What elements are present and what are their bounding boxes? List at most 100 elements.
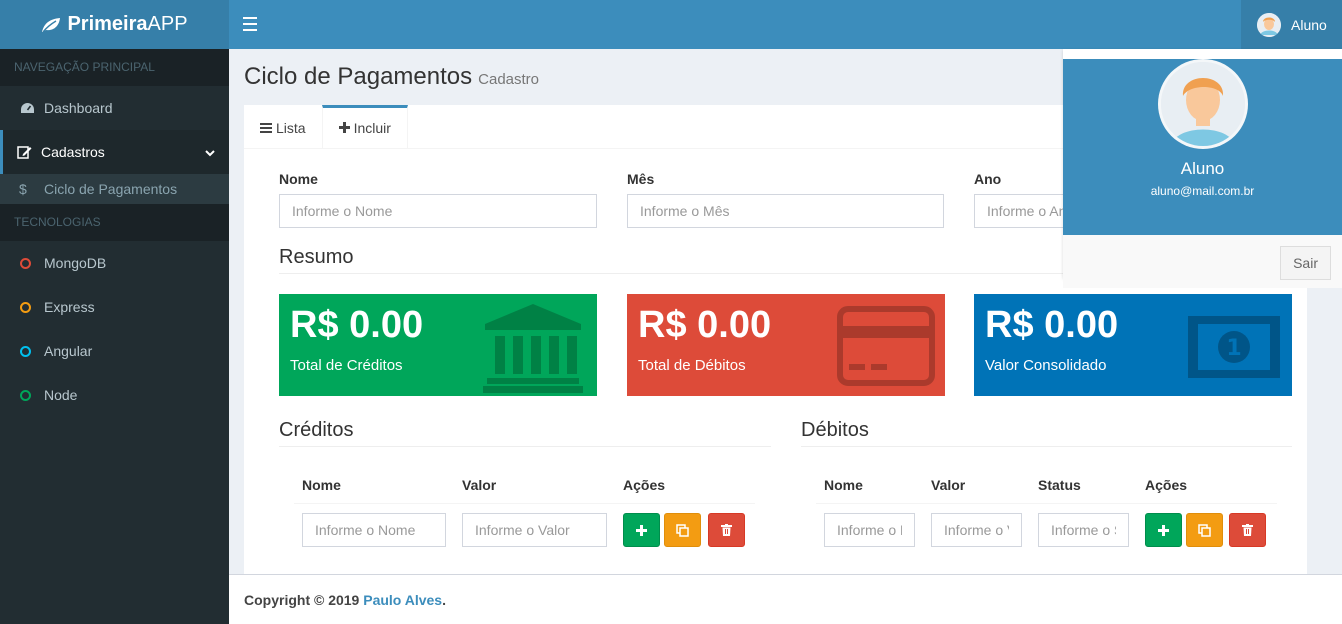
debito-delete-button[interactable] [1229, 513, 1266, 547]
debitos-col-acoes: Ações [1145, 477, 1188, 493]
debitos-col-nome: Nome [824, 477, 863, 493]
mes-label: Mês [627, 171, 655, 187]
creditos-summary-box: R$ 0.00 Total de Créditos [279, 294, 597, 396]
creditos-total-amount: R$ 0.00 [290, 304, 424, 346]
user-name: Aluno [1291, 16, 1327, 33]
sidebar-item-label: Dashboard [44, 100, 113, 116]
sidebar-item-label: Ciclo de Pagamentos [44, 181, 178, 197]
sidebar-section-main: NAVEGAÇÃO PRINCIPAL [0, 49, 229, 86]
tab-label: Lista [276, 120, 306, 136]
debito-nome-input[interactable] [824, 513, 915, 547]
sidebar-item-label: Cadastros [41, 144, 105, 160]
app-logo[interactable]: Primeira APP [0, 0, 229, 49]
user-dropdown-email: aluno@mail.com.br [1150, 184, 1255, 198]
bars-icon [260, 120, 272, 136]
user-dropdown-name: Aluno [1180, 159, 1225, 178]
logo-text-bold: Primeira [67, 13, 148, 35]
sidebar: NAVEGAÇÃO PRINCIPAL Dashboard Cadastros … [0, 49, 229, 624]
credito-clone-button[interactable] [664, 513, 701, 547]
svg-text:1: 1 [1226, 336, 1241, 361]
footer: Copyright © 2019 Paulo Alves. [229, 574, 1342, 624]
footer-author-link[interactable]: Paulo Alves [363, 592, 442, 608]
table-divider [294, 503, 755, 504]
consolidado-amount: R$ 0.00 [985, 304, 1119, 346]
sidebar-item-angular[interactable]: Angular [0, 329, 229, 373]
sidebar-item-label: Node [44, 387, 78, 403]
dollar-icon: $ [19, 181, 27, 197]
tab-incluir[interactable]: Incluir [321, 105, 408, 148]
logo-text: APP [147, 13, 188, 35]
consolidado-label: Valor Consolidado [985, 357, 1107, 374]
credito-nome-input[interactable] [302, 513, 446, 547]
sidebar-item-label: Express [44, 299, 95, 315]
footer-copyright: Copyright © 2019 [244, 592, 364, 608]
debito-valor-input[interactable] [931, 513, 1022, 547]
sidebar-item-label: Angular [44, 343, 93, 359]
footer-suffix: . [442, 592, 446, 608]
clone-icon [676, 523, 689, 537]
debitos-col-status: Status [1038, 477, 1081, 493]
debitos-col-valor: Valor [931, 477, 966, 493]
consolidado-summary-box: R$ 0.00 Valor Consolidado 1 [974, 294, 1292, 396]
circle-icon [20, 389, 31, 401]
debitos-total-label: Total de Débitos [638, 357, 746, 374]
user-dropdown: Aluno aluno@mail.com.br Sair [1063, 49, 1342, 288]
sidebar-item-mongodb[interactable]: MongoDB [0, 241, 229, 285]
debitos-title: Débitos [801, 419, 1292, 447]
sidebar-item-dashboard[interactable]: Dashboard [0, 86, 229, 130]
plus-icon [338, 120, 350, 136]
dashboard-icon [20, 102, 44, 114]
trash-icon [721, 524, 732, 536]
user-avatar [1257, 12, 1281, 37]
sidebar-item-express[interactable]: Express [0, 285, 229, 329]
credito-valor-input[interactable] [462, 513, 607, 547]
credito-add-button[interactable] [623, 513, 660, 547]
mes-input[interactable] [627, 194, 944, 228]
user-menu-button[interactable]: Aluno [1241, 0, 1342, 49]
circle-icon [20, 257, 31, 269]
debitos-total-amount: R$ 0.00 [638, 304, 772, 346]
money-icon: 1 [1188, 316, 1280, 378]
sidebar-item-node[interactable]: Node [0, 373, 229, 417]
sidebar-item-ciclo[interactable]: $ Ciclo de Pagamentos [0, 174, 229, 204]
user-dropdown-avatar [1157, 59, 1248, 149]
creditos-title: Créditos [279, 419, 771, 447]
circle-icon [20, 345, 31, 357]
leaf-icon [41, 17, 61, 33]
creditos-total-label: Total de Créditos [290, 357, 403, 374]
page-title: Ciclo de Pagamentos Cadastro [244, 63, 539, 91]
plus-icon [1158, 524, 1169, 536]
sidebar-item-cadastros[interactable]: Cadastros [0, 130, 229, 174]
creditos-col-acoes: Ações [623, 477, 666, 493]
plus-icon [636, 524, 647, 536]
trash-icon [1242, 524, 1253, 536]
chevron-down-icon [205, 144, 215, 160]
table-divider [816, 503, 1277, 504]
credit-card-icon [837, 306, 935, 386]
edit-icon [17, 145, 41, 159]
debito-add-button[interactable] [1145, 513, 1182, 547]
creditos-col-valor: Valor [462, 477, 497, 493]
nome-label: Nome [279, 171, 318, 187]
tab-label: Incluir [353, 120, 391, 136]
sidebar-item-label: MongoDB [44, 255, 107, 271]
nome-input[interactable] [279, 194, 597, 228]
bank-icon [483, 304, 583, 393]
sidebar-section-tech: TECNOLOGIAS [0, 204, 229, 241]
signout-button[interactable]: Sair [1280, 246, 1331, 280]
menu-toggle-icon[interactable] [243, 17, 257, 31]
debito-clone-button[interactable] [1186, 513, 1223, 547]
debito-status-input[interactable] [1038, 513, 1129, 547]
page-subtitle: Cadastro [478, 71, 540, 88]
page-title-text: Ciclo de Pagamentos [244, 63, 473, 90]
credito-delete-button[interactable] [708, 513, 745, 547]
ano-label: Ano [974, 171, 1002, 187]
creditos-col-nome: Nome [302, 477, 341, 493]
clone-icon [1198, 523, 1211, 537]
user-dropdown-footer: Sair [1063, 235, 1342, 288]
top-navbar: Aluno [229, 0, 1342, 49]
tab-lista[interactable]: Lista [244, 105, 322, 148]
debitos-summary-box: R$ 0.00 Total de Débitos [627, 294, 945, 396]
circle-icon [20, 301, 31, 313]
user-dropdown-header: Aluno aluno@mail.com.br [1063, 59, 1342, 235]
